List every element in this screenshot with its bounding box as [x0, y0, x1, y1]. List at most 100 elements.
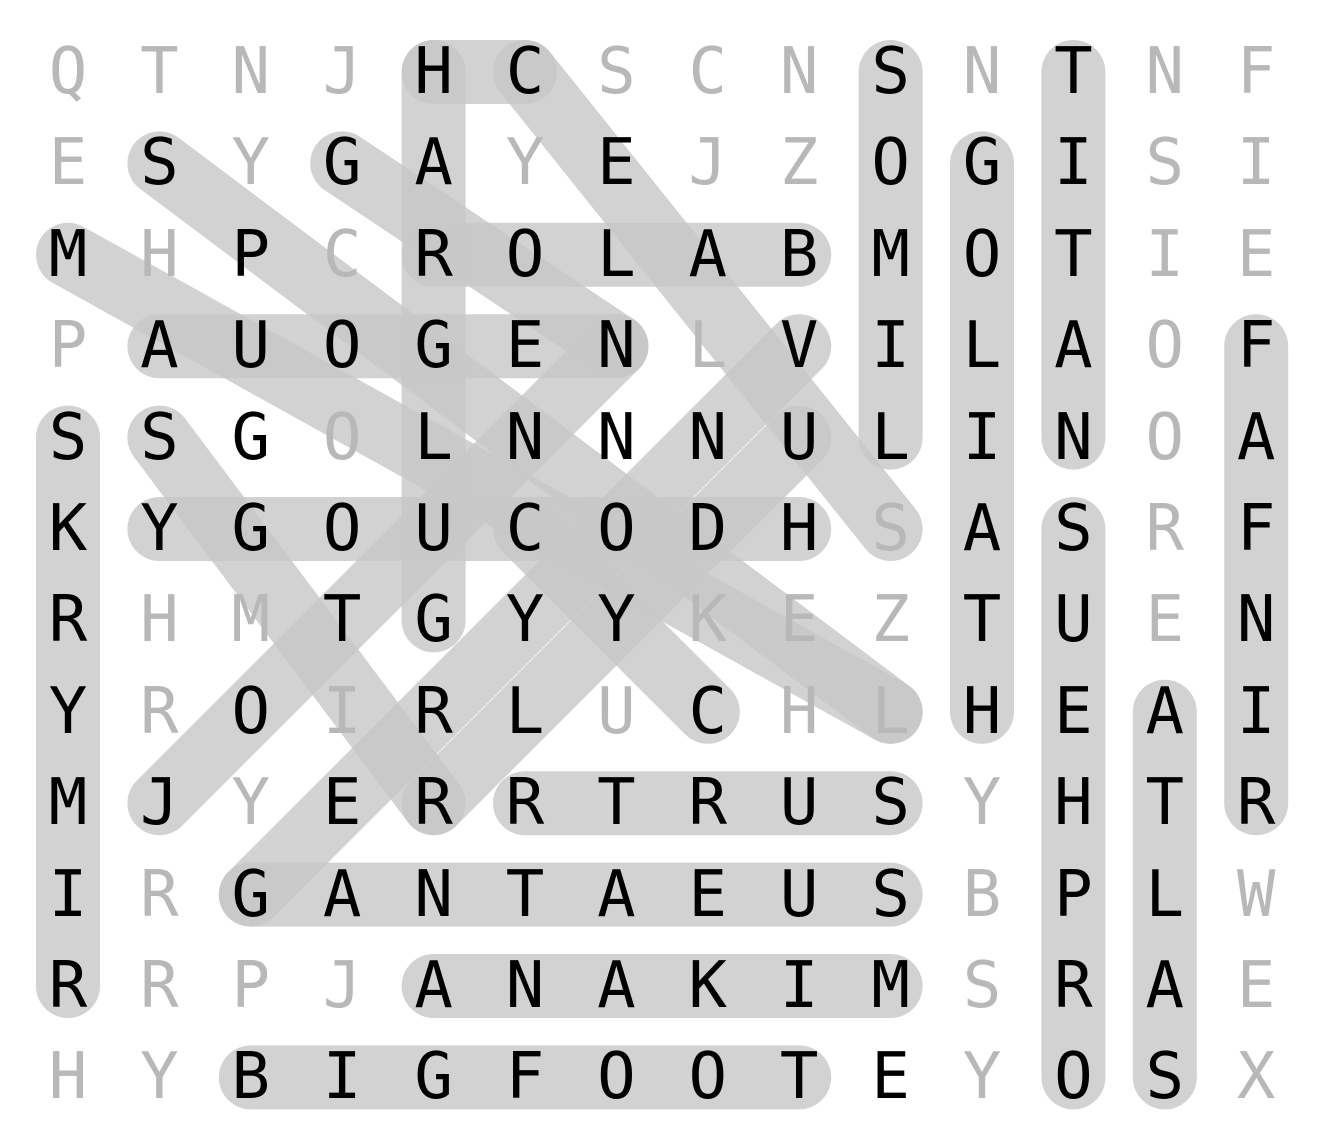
letter-cell[interactable]: C	[662, 26, 754, 118]
letter-cell[interactable]: Y	[205, 757, 297, 849]
letter-cell[interactable]: J	[296, 940, 388, 1032]
letter-cell[interactable]: L	[388, 392, 480, 484]
letter-cell[interactable]: O	[205, 666, 297, 758]
letter-cell[interactable]: Y	[113, 1031, 205, 1123]
letter-cell[interactable]: A	[113, 300, 205, 392]
letter-cell[interactable]: H	[22, 1031, 114, 1123]
letter-cell[interactable]: O	[1119, 392, 1211, 484]
letter-cell[interactable]: O	[662, 1031, 754, 1123]
letter-cell[interactable]: N	[479, 940, 571, 1032]
letter-cell[interactable]: T	[296, 574, 388, 666]
letter-cell[interactable]: U	[570, 666, 662, 758]
letter-cell[interactable]: O	[1119, 300, 1211, 392]
letter-cell[interactable]: N	[570, 300, 662, 392]
letter-cell[interactable]: S	[570, 26, 662, 118]
letter-cell[interactable]: A	[388, 117, 480, 209]
letter-cell[interactable]: M	[22, 757, 114, 849]
letter-cell[interactable]: Z	[845, 574, 937, 666]
letter-cell[interactable]: H	[388, 26, 480, 118]
letter-cell[interactable]: J	[296, 26, 388, 118]
letter-cell[interactable]: Y	[22, 666, 114, 758]
letter-cell[interactable]: L	[479, 666, 571, 758]
letter-cell[interactable]: O	[845, 117, 937, 209]
letter-cell[interactable]: R	[113, 849, 205, 941]
letter-cell[interactable]: S	[845, 849, 937, 941]
letter-cell[interactable]: N	[936, 26, 1028, 118]
letter-cell[interactable]: O	[570, 483, 662, 575]
letter-cell[interactable]: H	[753, 483, 845, 575]
letter-cell[interactable]: T	[753, 1031, 845, 1123]
letter-cell[interactable]: M	[845, 940, 937, 1032]
letter-cell[interactable]: M	[22, 209, 114, 301]
letter-cell[interactable]: O	[296, 483, 388, 575]
letter-cell[interactable]: A	[1119, 666, 1211, 758]
letter-cell[interactable]: I	[1210, 666, 1302, 758]
letter-cell[interactable]: O	[296, 300, 388, 392]
letter-cell[interactable]: I	[1210, 117, 1302, 209]
letter-cell[interactable]: E	[570, 117, 662, 209]
letter-cell[interactable]: Q	[22, 26, 114, 118]
letter-cell[interactable]: T	[1027, 209, 1119, 301]
letter-cell[interactable]: D	[662, 483, 754, 575]
letter-cell[interactable]: Y	[113, 483, 205, 575]
letter-cell[interactable]: Y	[936, 757, 1028, 849]
letter-cell[interactable]: I	[22, 849, 114, 941]
letter-cell[interactable]: U	[388, 483, 480, 575]
letter-cell[interactable]: J	[662, 117, 754, 209]
letter-cell[interactable]: O	[296, 392, 388, 484]
letter-cell[interactable]: G	[388, 300, 480, 392]
letter-cell[interactable]: I	[296, 1031, 388, 1123]
letter-cell[interactable]: N	[570, 392, 662, 484]
letter-cell[interactable]: A	[570, 849, 662, 941]
letter-cell[interactable]: H	[753, 666, 845, 758]
letter-cell[interactable]: C	[662, 666, 754, 758]
letter-cell[interactable]: S	[113, 117, 205, 209]
letter-cell[interactable]: G	[205, 483, 297, 575]
letter-cell[interactable]: R	[479, 757, 571, 849]
letter-cell[interactable]: A	[1027, 300, 1119, 392]
letter-cell[interactable]: S	[1119, 117, 1211, 209]
letter-cell[interactable]: L	[845, 392, 937, 484]
letter-cell[interactable]: A	[662, 209, 754, 301]
letter-cell[interactable]: T	[1119, 757, 1211, 849]
letter-cell[interactable]: A	[1119, 940, 1211, 1032]
letter-cell[interactable]: R	[388, 209, 480, 301]
letter-cell[interactable]: T	[479, 849, 571, 941]
letter-cell[interactable]: B	[936, 849, 1028, 941]
letter-cell[interactable]: R	[388, 666, 480, 758]
letter-cell[interactable]: G	[936, 117, 1028, 209]
letter-cell[interactable]: E	[753, 574, 845, 666]
letter-cell[interactable]: N	[1210, 574, 1302, 666]
letter-cell[interactable]: A	[1210, 392, 1302, 484]
letter-cell[interactable]: G	[205, 849, 297, 941]
letter-cell[interactable]: J	[113, 757, 205, 849]
letter-cell[interactable]: N	[1027, 392, 1119, 484]
letter-cell[interactable]: N	[753, 26, 845, 118]
letter-cell[interactable]: M	[845, 209, 937, 301]
letter-cell[interactable]: O	[936, 209, 1028, 301]
letter-cell[interactable]: I	[1119, 209, 1211, 301]
letter-cell[interactable]: G	[388, 1031, 480, 1123]
letter-cell[interactable]: V	[753, 300, 845, 392]
letter-cell[interactable]: U	[753, 392, 845, 484]
letter-cell[interactable]: U	[1027, 574, 1119, 666]
letter-cell[interactable]: S	[845, 26, 937, 118]
letter-cell[interactable]: S	[845, 483, 937, 575]
letter-cell[interactable]: R	[1119, 483, 1211, 575]
letter-cell[interactable]: K	[662, 574, 754, 666]
letter-cell[interactable]: I	[753, 940, 845, 1032]
letter-cell[interactable]: X	[1210, 1031, 1302, 1123]
letter-cell[interactable]: E	[1119, 574, 1211, 666]
letter-cell[interactable]: H	[936, 666, 1028, 758]
letter-cell[interactable]: E	[662, 849, 754, 941]
letter-cell[interactable]: A	[570, 940, 662, 1032]
letter-cell[interactable]: P	[205, 209, 297, 301]
letter-cell[interactable]: M	[205, 574, 297, 666]
letter-cell[interactable]: I	[936, 392, 1028, 484]
letter-cell[interactable]: P	[1027, 849, 1119, 941]
letter-cell[interactable]: Y	[570, 574, 662, 666]
letter-cell[interactable]: R	[113, 940, 205, 1032]
letter-cell[interactable]: A	[296, 849, 388, 941]
letter-cell[interactable]: L	[845, 666, 937, 758]
letter-cell[interactable]: U	[753, 849, 845, 941]
